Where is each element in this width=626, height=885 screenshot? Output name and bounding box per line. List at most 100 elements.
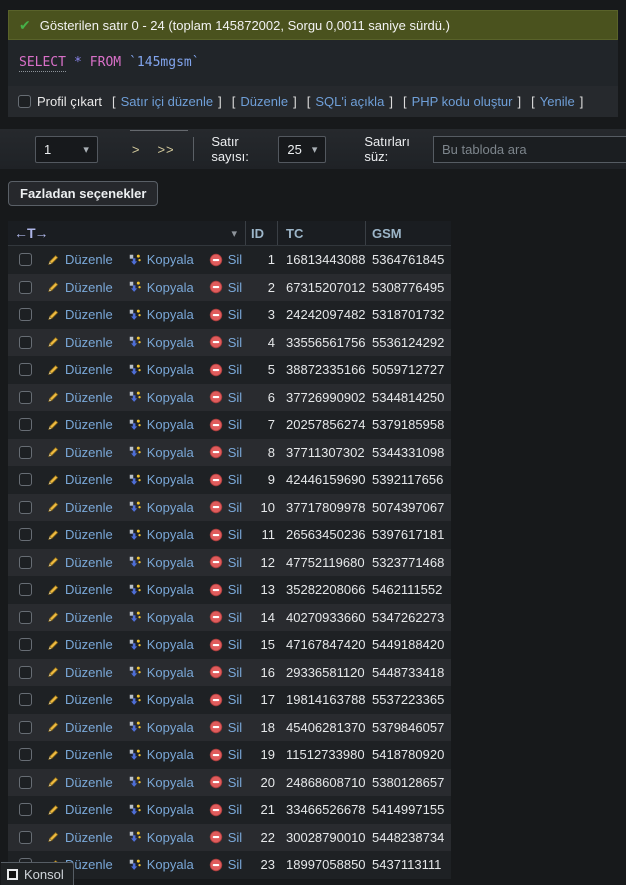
edit-link[interactable]: Düzenle bbox=[46, 280, 113, 295]
delete-link[interactable]: Sil bbox=[209, 390, 242, 405]
row-checkbox[interactable] bbox=[19, 803, 32, 816]
row-checkbox[interactable] bbox=[19, 831, 32, 844]
row-checkbox[interactable] bbox=[19, 666, 32, 679]
query-option-link[interactable]: PHP kodu oluştur bbox=[412, 94, 513, 109]
copy-link[interactable]: Kopyala bbox=[128, 500, 194, 515]
profiling-checkbox[interactable] bbox=[18, 95, 31, 108]
edit-link[interactable]: Düzenle bbox=[46, 802, 113, 817]
row-checkbox[interactable] bbox=[19, 418, 32, 431]
delete-link[interactable]: Sil bbox=[209, 500, 242, 515]
copy-link[interactable]: Kopyala bbox=[128, 692, 194, 707]
row-checkbox[interactable] bbox=[19, 611, 32, 624]
column-header-id[interactable]: ID bbox=[246, 221, 278, 245]
row-checkbox[interactable] bbox=[19, 638, 32, 651]
copy-link[interactable]: Kopyala bbox=[128, 445, 194, 460]
edit-link[interactable]: Düzenle bbox=[46, 637, 113, 652]
chevron-down-icon[interactable]: ▾ bbox=[231, 227, 237, 240]
copy-link[interactable]: Kopyala bbox=[128, 582, 194, 597]
delete-link[interactable]: Sil bbox=[209, 692, 242, 707]
edit-link[interactable]: Düzenle bbox=[46, 775, 113, 790]
copy-link[interactable]: Kopyala bbox=[128, 665, 194, 680]
edit-link[interactable]: Düzenle bbox=[46, 390, 113, 405]
edit-link[interactable]: Düzenle bbox=[46, 555, 113, 570]
query-option-link[interactable]: SQL'i açıkla bbox=[315, 94, 384, 109]
edit-link[interactable]: Düzenle bbox=[46, 252, 113, 267]
row-checkbox[interactable] bbox=[19, 281, 32, 294]
copy-link[interactable]: Kopyala bbox=[128, 335, 194, 350]
query-option-link[interactable]: Düzenle bbox=[240, 94, 288, 109]
edit-link[interactable]: Düzenle bbox=[46, 582, 113, 597]
edit-link[interactable]: Düzenle bbox=[46, 720, 113, 735]
copy-link[interactable]: Kopyala bbox=[128, 527, 194, 542]
query-option-link[interactable]: Yenile bbox=[540, 94, 575, 109]
last-page-link[interactable]: >> bbox=[157, 142, 174, 157]
copy-link[interactable]: Kopyala bbox=[128, 747, 194, 762]
edit-link[interactable]: Düzenle bbox=[46, 445, 113, 460]
copy-link[interactable]: Kopyala bbox=[128, 610, 194, 625]
more-options-button[interactable]: Fazladan seçenekler bbox=[8, 181, 158, 206]
console-bar[interactable]: Konsol bbox=[1, 862, 74, 885]
row-checkbox[interactable] bbox=[19, 528, 32, 541]
delete-link[interactable]: Sil bbox=[209, 417, 242, 432]
delete-link[interactable]: Sil bbox=[209, 252, 242, 267]
row-checkbox[interactable] bbox=[19, 693, 32, 706]
copy-link[interactable]: Kopyala bbox=[128, 830, 194, 845]
delete-link[interactable]: Sil bbox=[209, 445, 242, 460]
delete-link[interactable]: Sil bbox=[209, 527, 242, 542]
next-page-link[interactable]: > bbox=[132, 142, 140, 157]
delete-link[interactable]: Sil bbox=[209, 280, 242, 295]
edit-link[interactable]: Düzenle bbox=[46, 335, 113, 350]
delete-link[interactable]: Sil bbox=[209, 665, 242, 680]
delete-link[interactable]: Sil bbox=[209, 775, 242, 790]
edit-link[interactable]: Düzenle bbox=[46, 665, 113, 680]
delete-link[interactable]: Sil bbox=[209, 830, 242, 845]
page-size-select[interactable]: 25 ▾ bbox=[278, 136, 326, 163]
delete-link[interactable]: Sil bbox=[209, 610, 242, 625]
column-header-tc[interactable]: TC bbox=[278, 221, 366, 245]
row-checkbox[interactable] bbox=[19, 253, 32, 266]
copy-link[interactable]: Kopyala bbox=[128, 802, 194, 817]
row-checkbox[interactable] bbox=[19, 336, 32, 349]
copy-link[interactable]: Kopyala bbox=[128, 280, 194, 295]
table-search-input[interactable] bbox=[433, 136, 626, 163]
row-checkbox[interactable] bbox=[19, 776, 32, 789]
copy-link[interactable]: Kopyala bbox=[128, 637, 194, 652]
copy-link[interactable]: Kopyala bbox=[128, 720, 194, 735]
delete-link[interactable]: Sil bbox=[209, 637, 242, 652]
copy-link[interactable]: Kopyala bbox=[128, 555, 194, 570]
edit-link[interactable]: Düzenle bbox=[46, 747, 113, 762]
copy-link[interactable]: Kopyala bbox=[128, 362, 194, 377]
delete-link[interactable]: Sil bbox=[209, 307, 242, 322]
edit-link[interactable]: Düzenle bbox=[46, 417, 113, 432]
column-reorder-icon[interactable]: ←T→ bbox=[14, 225, 48, 241]
copy-link[interactable]: Kopyala bbox=[128, 417, 194, 432]
edit-link[interactable]: Düzenle bbox=[46, 830, 113, 845]
row-checkbox[interactable] bbox=[19, 583, 32, 596]
delete-link[interactable]: Sil bbox=[209, 857, 242, 872]
row-checkbox[interactable] bbox=[19, 501, 32, 514]
query-option-link[interactable]: Satır içi düzenle bbox=[121, 94, 214, 109]
copy-link[interactable]: Kopyala bbox=[128, 252, 194, 267]
sql-keyword-select[interactable]: SELECT bbox=[19, 55, 66, 72]
copy-link[interactable]: Kopyala bbox=[128, 390, 194, 405]
row-checkbox[interactable] bbox=[19, 556, 32, 569]
row-checkbox[interactable] bbox=[19, 473, 32, 486]
delete-link[interactable]: Sil bbox=[209, 747, 242, 762]
edit-link[interactable]: Düzenle bbox=[46, 307, 113, 322]
row-checkbox[interactable] bbox=[19, 721, 32, 734]
copy-link[interactable]: Kopyala bbox=[128, 857, 194, 872]
row-checkbox[interactable] bbox=[19, 748, 32, 761]
delete-link[interactable]: Sil bbox=[209, 555, 242, 570]
actions-header-cell[interactable]: ←T→ ▾ bbox=[8, 221, 246, 245]
delete-link[interactable]: Sil bbox=[209, 802, 242, 817]
column-header-gsm[interactable]: GSM bbox=[366, 221, 451, 245]
copy-link[interactable]: Kopyala bbox=[128, 472, 194, 487]
delete-link[interactable]: Sil bbox=[209, 335, 242, 350]
edit-link[interactable]: Düzenle bbox=[46, 527, 113, 542]
edit-link[interactable]: Düzenle bbox=[46, 472, 113, 487]
row-checkbox[interactable] bbox=[19, 308, 32, 321]
edit-link[interactable]: Düzenle bbox=[46, 362, 113, 377]
delete-link[interactable]: Sil bbox=[209, 472, 242, 487]
edit-link[interactable]: Düzenle bbox=[46, 692, 113, 707]
row-checkbox[interactable] bbox=[19, 446, 32, 459]
